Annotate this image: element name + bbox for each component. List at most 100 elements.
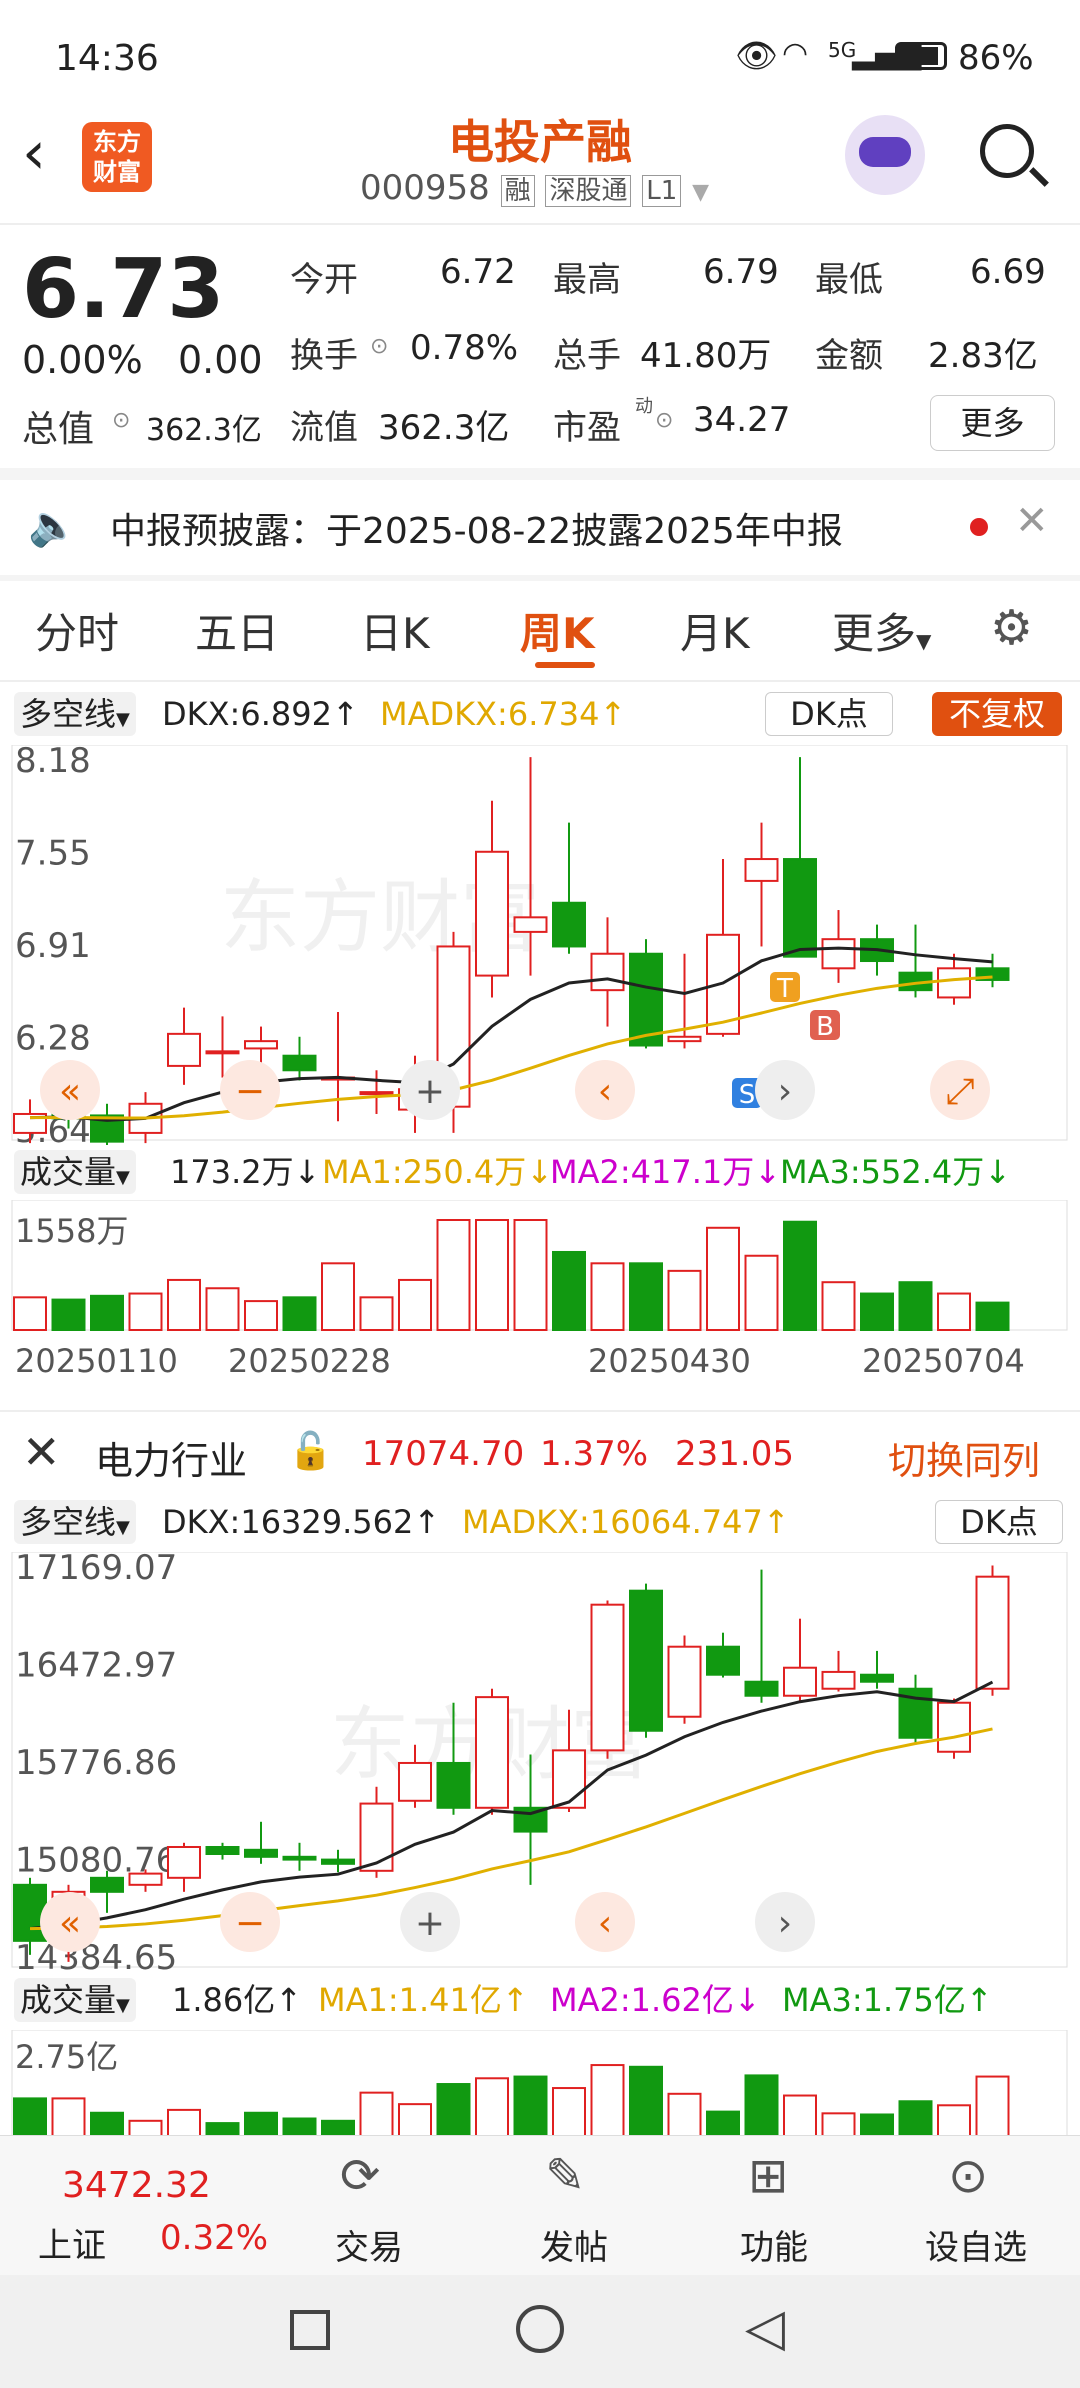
close-icon[interactable]: ✕ <box>1015 498 1049 544</box>
indicator-select[interactable]: 多空线▼ <box>14 692 136 736</box>
tab-intraday[interactable]: 分时 <box>35 600 119 661</box>
ma3-value: MA3:1.75亿↑ <box>782 1981 993 2019</box>
volume-chart[interactable]: 2.75亿 <box>0 2030 1080 2140</box>
volume-bar <box>167 1278 201 1331</box>
volume-bar <box>282 1296 317 1332</box>
dk-point-button[interactable]: DK点 <box>935 1500 1063 1544</box>
madkx-value: MADKX:16064.747↑ <box>462 1503 790 1541</box>
search-icon[interactable] <box>980 124 1034 178</box>
candle <box>783 1666 817 1697</box>
marker-t-label: T <box>776 974 793 1004</box>
scroll-left-icon: « <box>59 1903 81 1944</box>
candle <box>436 1761 471 1809</box>
stock-code: 000958 <box>360 168 490 208</box>
fullscreen-icon: ⤢ <box>946 1071 975 1112</box>
candle <box>744 858 779 882</box>
tab-5day[interactable]: 五日 <box>195 600 279 661</box>
price-chart[interactable]: 东方财富 8.187.556.916.285.64 TBS «− + ‹ › ⤢ <box>0 745 1080 1145</box>
dk-point-button[interactable]: DK点 <box>765 692 893 736</box>
industry-pct: 1.37% <box>540 1434 649 1474</box>
madkx-value: MADKX:6.734↑ <box>380 695 627 733</box>
volume-select[interactable]: 成交量▼ <box>14 1150 136 1194</box>
volume-bar <box>13 1296 47 1332</box>
post-icon[interactable]: ✎ <box>545 2148 585 2204</box>
industry-value: 17074.70 <box>362 1434 525 1474</box>
status-bar: 14:36 👁 ◠ 5G ▂▄▆ 86% <box>0 0 1080 100</box>
info-icon[interactable]: ⊙ <box>112 408 130 433</box>
volume-bar <box>244 1300 278 1332</box>
volume-select[interactable]: 成交量▼ <box>14 1978 136 2022</box>
candle <box>590 952 625 992</box>
volume-value: 173.2万↓ <box>170 1153 321 1191</box>
float-label: 流值 <box>290 408 358 448</box>
y-tick-label: 15776.86 <box>15 1743 177 1783</box>
apps-icon[interactable]: ⊞ <box>748 2148 788 2204</box>
ma2-value: MA2:1.62亿↓ <box>550 1981 761 2019</box>
home-icon[interactable] <box>516 2305 564 2353</box>
industry-chart[interactable]: 东方财富 17169.0716472.9715776.8615080.76143… <box>0 1552 1080 1972</box>
tab-weekly[interactable]: 周K <box>520 600 595 661</box>
high-value: 6.79 <box>703 252 779 292</box>
assistant-avatar[interactable] <box>845 115 925 195</box>
y-tick-label: 7.55 <box>15 834 91 874</box>
industry-name: 电力行业 <box>95 1439 248 1483</box>
trade-icon[interactable]: ⟳ <box>340 2148 380 2204</box>
volume-bar <box>552 2087 586 2140</box>
candle <box>282 1054 317 1072</box>
nav-trade[interactable]: 交易 <box>335 2220 403 2269</box>
tab-monthly[interactable]: 月K <box>680 600 750 661</box>
candle <box>744 1680 779 1697</box>
amount-label: 金额 <box>815 336 883 376</box>
volume-bar <box>13 2097 47 2140</box>
badge-margin: 融 <box>500 175 535 207</box>
volume-bar <box>475 1219 509 1331</box>
badge-level[interactable]: L1 <box>642 175 682 207</box>
nav-post[interactable]: 发帖 <box>540 2220 608 2269</box>
indicator-select[interactable]: 多空线▼ <box>14 1500 136 1544</box>
ma1-value: MA1:1.41亿↑ <box>318 1981 529 2019</box>
volume-bar <box>667 1269 702 1331</box>
candle <box>128 1872 163 1886</box>
volume-bar <box>51 1298 86 1332</box>
adjust-button[interactable]: 不复权 <box>932 692 1062 736</box>
dropdown-icon[interactable]: ▼ <box>692 180 709 205</box>
volume-chart[interactable]: 1558万 20250110 20250228 20250430 20250704 <box>0 1200 1080 1380</box>
volume-bar <box>783 2094 817 2140</box>
volume-bar <box>51 2097 86 2140</box>
info-icon[interactable]: ⊙ <box>370 334 388 359</box>
index-value[interactable]: 3472.32 <box>62 2165 211 2206</box>
volume-bar <box>860 1292 894 1331</box>
volume-bar <box>629 2065 663 2140</box>
lock-icon[interactable]: 🔓 <box>288 1430 333 1472</box>
zoom-in-icon: + <box>415 1903 445 1944</box>
open-label: 今开 <box>290 260 358 300</box>
tab-more[interactable]: 更多▼ <box>832 600 931 661</box>
back-nav-icon[interactable]: ◁ <box>745 2298 785 2358</box>
x-tick-label: 20250228 <box>228 1342 391 1380</box>
more-icon[interactable]: ⊙ <box>948 2148 988 2204</box>
candle <box>975 1575 1010 1690</box>
pe-value: 34.27 <box>693 400 791 440</box>
info-icon[interactable]: ⊙ <box>655 408 673 433</box>
volume-bar <box>590 2064 625 2140</box>
float-value: 362.3亿 <box>378 408 510 448</box>
settings-icon[interactable]: ⚙ <box>990 600 1033 656</box>
volume-bar <box>975 2075 1010 2140</box>
close-industry-icon[interactable]: ✕ <box>22 1425 61 1479</box>
tab-daily[interactable]: 日K <box>360 600 430 661</box>
candle <box>667 1645 702 1718</box>
index-pct: 0.32% <box>160 2218 269 2258</box>
volume-bar <box>937 1292 971 1331</box>
volume-max-label: 1558万 <box>15 1212 128 1250</box>
nav-watchlist[interactable]: 设自选 <box>925 2220 1027 2269</box>
notice-text[interactable]: 中报预披露：于2025-08-22披露2025年中报 <box>110 502 843 554</box>
pe-label: 市盈 <box>553 408 621 448</box>
recents-icon[interactable] <box>290 2310 330 2350</box>
switch-button[interactable]: 切换同列 <box>888 1430 1040 1485</box>
y-tick-label: 8.18 <box>15 745 91 781</box>
nav-functions[interactable]: 功能 <box>740 2220 808 2269</box>
change-value: 0.00 <box>178 338 263 382</box>
divider <box>0 468 1080 480</box>
candle <box>629 952 663 1047</box>
more-button[interactable]: 更多 <box>930 395 1055 451</box>
